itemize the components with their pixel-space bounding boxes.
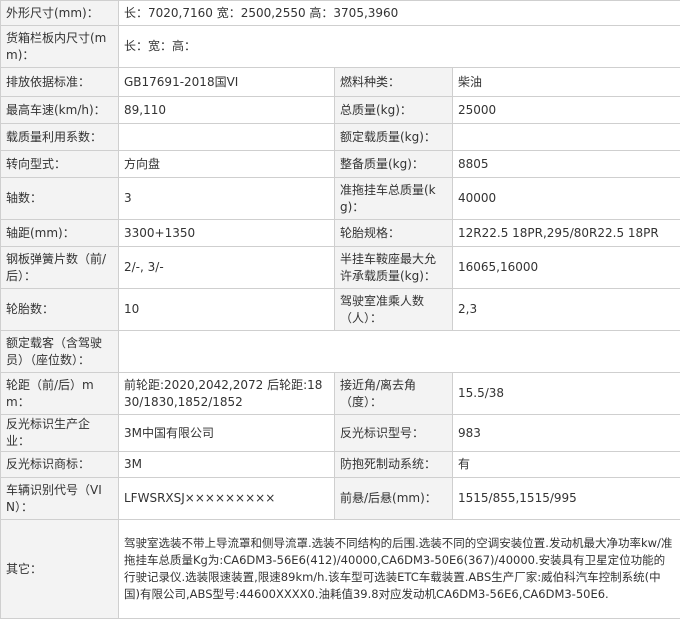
row-label: 外形尺寸(mm)： bbox=[1, 1, 119, 26]
row-label-left: 轴距(mm)： bbox=[1, 220, 119, 247]
row-value-left: 10 bbox=[119, 289, 335, 331]
row-value-right: 15.5/38 bbox=[453, 373, 680, 415]
row-value-right: 40000 bbox=[453, 178, 680, 220]
row-label-right: 整备质量(kg)： bbox=[335, 151, 453, 178]
row-value-right: 12R22.5 18PR,295/80R22.5 18PR bbox=[453, 220, 680, 247]
row-value-left: 3300+1350 bbox=[119, 220, 335, 247]
row-label-left: 轴数： bbox=[1, 178, 119, 220]
row-label-right: 半挂车鞍座最大允许承载质量(kg)： bbox=[335, 247, 453, 289]
spec-row-reflector-maker: 反光标识生产企业： 3M中国有限公司 反光标识型号： 983 bbox=[1, 415, 680, 452]
row-label-left: 排放依据标准： bbox=[1, 68, 119, 97]
row-value-left: 3 bbox=[119, 178, 335, 220]
row-value-right: 有 bbox=[453, 452, 680, 478]
row-label: 额定载客（含驾驶员）（座位数）： bbox=[1, 331, 119, 373]
spec-row-dimensions: 外形尺寸(mm)： 长：7020,7160 宽：2500,2550 高：3705… bbox=[1, 1, 680, 26]
row-label-right: 反光标识型号： bbox=[335, 415, 453, 452]
spec-row-steering-curb: 转向型式： 方向盘 整备质量(kg)： 8805 bbox=[1, 151, 680, 178]
row-label-left: 反光标识商标： bbox=[1, 452, 119, 478]
row-value-right: 1515/855,1515/995 bbox=[453, 478, 680, 520]
spec-row-load-coefficient: 载质量利用系数： 额定载质量(kg)： bbox=[1, 124, 680, 151]
row-label: 货箱栏板内尺寸(mm)： bbox=[1, 26, 119, 68]
row-value bbox=[119, 331, 680, 373]
row-value: 长：宽：高： bbox=[119, 26, 680, 68]
row-value-left: 3M中国有限公司 bbox=[119, 415, 335, 452]
row-label-left: 车辆识别代号（VIN）： bbox=[1, 478, 119, 520]
spec-row-axles-trailer: 轴数： 3 准拖挂车总质量(kg)： 40000 bbox=[1, 178, 680, 220]
row-value-left: 2/-, 3/- bbox=[119, 247, 335, 289]
row-label-left: 钢板弹簧片数（前/后）： bbox=[1, 247, 119, 289]
spec-row-other: 其它： 驾驶室选装不带上导流罩和侧导流罩.选装不同结构的后围.选装不同的空调安装… bbox=[1, 520, 680, 619]
row-value-left: 方向盘 bbox=[119, 151, 335, 178]
spec-row-speed-mass: 最高车速(km/h)： 89,110 总质量(kg)： 25000 bbox=[1, 97, 680, 124]
row-value-right: 25000 bbox=[453, 97, 680, 124]
row-value-left bbox=[119, 124, 335, 151]
row-label-right: 总质量(kg)： bbox=[335, 97, 453, 124]
row-label-right: 准拖挂车总质量(kg)： bbox=[335, 178, 453, 220]
row-value-right: 2,3 bbox=[453, 289, 680, 331]
row-label-right: 驾驶室准乘人数（人）： bbox=[335, 289, 453, 331]
row-value-right: 16065,16000 bbox=[453, 247, 680, 289]
row-value-left: 前轮距:2020,2042,2072 后轮距:1830/1830,1852/18… bbox=[119, 373, 335, 415]
vehicle-spec-table: 外形尺寸(mm)： 长：7020,7160 宽：2500,2550 高：3705… bbox=[0, 0, 680, 619]
spec-row-track-angles: 轮距（前/后）mm： 前轮距:2020,2042,2072 后轮距:1830/1… bbox=[1, 373, 680, 415]
spec-row-reflector-brand-abs: 反光标识商标： 3M 防抱死制动系统： 有 bbox=[1, 452, 680, 478]
row-label-left: 反光标识生产企业： bbox=[1, 415, 119, 452]
spec-row-tire-count-cab: 轮胎数： 10 驾驶室准乘人数（人）： 2,3 bbox=[1, 289, 680, 331]
row-label-right: 防抱死制动系统： bbox=[335, 452, 453, 478]
row-label: 其它： bbox=[1, 520, 119, 619]
row-label-left: 轮胎数： bbox=[1, 289, 119, 331]
spec-row-springs-saddle: 钢板弹簧片数（前/后）： 2/-, 3/- 半挂车鞍座最大允许承载质量(kg)：… bbox=[1, 247, 680, 289]
spec-row-wheelbase-tires: 轴距(mm)： 3300+1350 轮胎规格： 12R22.5 18PR,295… bbox=[1, 220, 680, 247]
row-value: 驾驶室选装不带上导流罩和侧导流罩.选装不同结构的后围.选装不同的空调安装位置.发… bbox=[119, 520, 680, 619]
spec-row-seating: 额定载客（含驾驶员）（座位数）： bbox=[1, 331, 680, 373]
spec-row-cargo-box: 货箱栏板内尺寸(mm)： 长：宽：高： bbox=[1, 26, 680, 68]
row-value-left: 3M bbox=[119, 452, 335, 478]
spec-row-emission-fuel: 排放依据标准： GB17691-2018国VI 燃料种类： 柴油 bbox=[1, 68, 680, 97]
row-value-right: 983 bbox=[453, 415, 680, 452]
row-label-left: 轮距（前/后）mm： bbox=[1, 373, 119, 415]
row-label-left: 转向型式： bbox=[1, 151, 119, 178]
spec-row-vin-overhang: 车辆识别代号（VIN）： LFWSRXSJ××××××××× 前悬/后悬(mm)… bbox=[1, 478, 680, 520]
row-value-right: 柴油 bbox=[453, 68, 680, 97]
row-value-right bbox=[453, 124, 680, 151]
row-value-left: LFWSRXSJ××××××××× bbox=[119, 478, 335, 520]
row-value-left: 89,110 bbox=[119, 97, 335, 124]
row-value: 长：7020,7160 宽：2500,2550 高：3705,3960 bbox=[119, 1, 680, 26]
row-label-right: 接近角/离去角（度）： bbox=[335, 373, 453, 415]
row-label-right: 额定载质量(kg)： bbox=[335, 124, 453, 151]
row-label-right: 前悬/后悬(mm)： bbox=[335, 478, 453, 520]
row-label-right: 轮胎规格： bbox=[335, 220, 453, 247]
row-label-left: 载质量利用系数： bbox=[1, 124, 119, 151]
row-value-right: 8805 bbox=[453, 151, 680, 178]
row-label-left: 最高车速(km/h)： bbox=[1, 97, 119, 124]
row-value-left: GB17691-2018国VI bbox=[119, 68, 335, 97]
row-label-right: 燃料种类： bbox=[335, 68, 453, 97]
